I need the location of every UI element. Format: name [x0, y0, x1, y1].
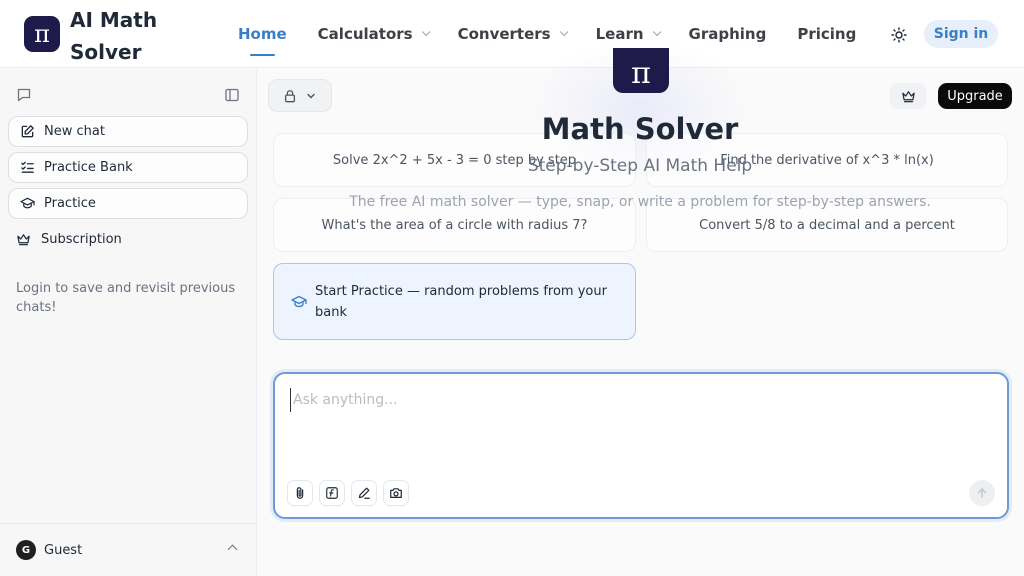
practice-button[interactable]: Practice [8, 188, 248, 219]
ask-input[interactable] [290, 388, 990, 412]
premium-button[interactable] [890, 83, 926, 109]
arrow-up-icon [977, 488, 987, 498]
start-practice-label: Start Practice — random problems from yo… [315, 283, 607, 320]
camera-icon [390, 488, 402, 498]
user-name: Guest [44, 542, 83, 558]
chevron-up-icon [227, 544, 238, 555]
nav-calculators[interactable]: Calculators [317, 0, 430, 68]
nav-home-label: Home [238, 25, 287, 43]
nav-graphing-label: Graphing [688, 25, 767, 43]
crown-icon [17, 234, 30, 246]
lock-icon [284, 89, 296, 102]
theme-toggle-button[interactable] [886, 22, 912, 48]
login-note: Login to save and revisit previous chats… [16, 281, 236, 315]
camera-button[interactable] [383, 480, 409, 506]
nav-pricing-label: Pricing [797, 25, 857, 43]
nav-pricing[interactable]: Pricing [797, 0, 856, 68]
draw-button[interactable] [351, 480, 377, 506]
send-button[interactable] [969, 480, 995, 506]
subscription-label: Subscription [41, 232, 122, 247]
chevron-down-icon [421, 27, 430, 37]
chevron-down-icon [652, 27, 661, 37]
checklist-icon [21, 161, 34, 173]
paperclip-icon [296, 487, 304, 499]
edit-square-icon [21, 125, 34, 138]
sidebar: New chat Practice Bank Practice Subscrip… [0, 69, 257, 576]
nav-converters-label: Converters [457, 25, 551, 43]
graduation-cap-icon [291, 295, 307, 307]
brand-logo[interactable]: π [24, 16, 60, 52]
main-nav: Home Calculators Converters Learn Graphi… [238, 0, 887, 68]
brand-name[interactable]: AI Math Solver [70, 4, 190, 68]
pen-icon [358, 487, 370, 499]
model-lock-dropdown[interactable] [268, 79, 332, 112]
function-icon [326, 487, 338, 499]
chevron-down-icon [559, 27, 568, 37]
formula-button[interactable] [319, 480, 345, 506]
crown-icon [901, 90, 915, 102]
new-chat-button[interactable]: New chat [8, 116, 248, 147]
avatar: G [16, 540, 36, 560]
new-chat-label: New chat [44, 124, 105, 139]
composer [273, 372, 1009, 519]
hero-description: The free AI math solver — type, snap, or… [349, 194, 931, 210]
upgrade-button[interactable]: Upgrade [938, 83, 1012, 109]
chat-bubble-icon[interactable] [16, 87, 32, 103]
nav-calculators-label: Calculators [317, 25, 413, 43]
hero-logo: π [613, 48, 669, 93]
hero-subtitle: Step-by-Step AI Math Help [527, 156, 753, 176]
sidebar-toggle-icon[interactable] [224, 87, 240, 103]
nav-converters[interactable]: Converters [457, 0, 568, 68]
sun-icon [891, 27, 907, 43]
graduation-cap-icon [20, 197, 35, 209]
practice-bank-button[interactable]: Practice Bank [8, 152, 248, 183]
subscription-link[interactable]: Subscription [8, 224, 248, 255]
practice-label: Practice [44, 196, 96, 211]
practice-bank-label: Practice Bank [44, 160, 133, 175]
nav-home[interactable]: Home [238, 0, 287, 68]
user-menu[interactable]: G Guest [0, 523, 256, 576]
start-practice-card[interactable]: Start Practice — random problems from yo… [273, 263, 636, 340]
sign-in-button[interactable]: Sign in [924, 20, 998, 48]
attach-button[interactable] [287, 480, 313, 506]
chevron-down-icon [307, 93, 315, 98]
hero-title: Math Solver [541, 112, 739, 146]
top-header: π AI Math Solver Home Calculators Conver… [0, 0, 1024, 68]
